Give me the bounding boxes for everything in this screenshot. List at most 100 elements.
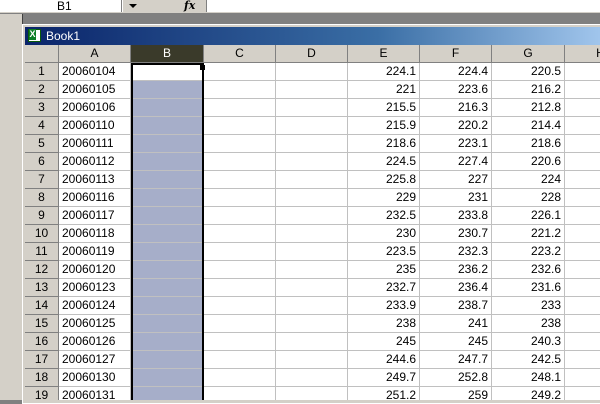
row-header[interactable]: 3 xyxy=(25,99,59,117)
name-box[interactable]: B1 xyxy=(0,0,122,12)
row-header[interactable]: 10 xyxy=(25,225,59,243)
cell-b18[interactable] xyxy=(131,369,204,387)
cell-b15[interactable] xyxy=(131,315,204,333)
cell-e18[interactable]: 249.7 xyxy=(348,369,420,387)
column-header-d[interactable]: D xyxy=(276,45,348,63)
cell-b14[interactable] xyxy=(131,297,204,315)
cell-g2[interactable]: 216.2 xyxy=(492,81,565,99)
cell-h11[interactable] xyxy=(565,243,600,261)
cell-c9[interactable] xyxy=(204,207,276,225)
cell-d18[interactable] xyxy=(276,369,348,387)
cell-g18[interactable]: 248.1 xyxy=(492,369,565,387)
cell-b6[interactable] xyxy=(131,153,204,171)
cell-f15[interactable]: 241 xyxy=(420,315,492,333)
row-header[interactable]: 14 xyxy=(25,297,59,315)
cell-e7[interactable]: 225.8 xyxy=(348,171,420,189)
cell-c4[interactable] xyxy=(204,117,276,135)
cell-b10[interactable] xyxy=(131,225,204,243)
cell-e3[interactable]: 215.5 xyxy=(348,99,420,117)
cell-c5[interactable] xyxy=(204,135,276,153)
cell-e9[interactable]: 232.5 xyxy=(348,207,420,225)
fill-handle[interactable] xyxy=(200,65,205,70)
cell-g15[interactable]: 238 xyxy=(492,315,565,333)
cell-f11[interactable]: 232.3 xyxy=(420,243,492,261)
cell-h1[interactable] xyxy=(565,63,600,81)
formula-input[interactable] xyxy=(206,0,600,12)
cell-e12[interactable]: 235 xyxy=(348,261,420,279)
cell-h19[interactable] xyxy=(565,387,600,400)
cell-g9[interactable]: 226.1 xyxy=(492,207,565,225)
cell-d15[interactable] xyxy=(276,315,348,333)
cell-h7[interactable] xyxy=(565,171,600,189)
cell-h3[interactable] xyxy=(565,99,600,117)
cell-f2[interactable]: 223.6 xyxy=(420,81,492,99)
cell-h5[interactable] xyxy=(565,135,600,153)
cell-e15[interactable]: 238 xyxy=(348,315,420,333)
row-header[interactable]: 5 xyxy=(25,135,59,153)
cell-h2[interactable] xyxy=(565,81,600,99)
cell-b2[interactable] xyxy=(131,81,204,99)
cell-b16[interactable] xyxy=(131,333,204,351)
cell-a18[interactable]: 20060130 xyxy=(59,369,131,387)
row-header[interactable]: 16 xyxy=(25,333,59,351)
cell-c18[interactable] xyxy=(204,369,276,387)
cell-h16[interactable] xyxy=(565,333,600,351)
cell-g11[interactable]: 223.2 xyxy=(492,243,565,261)
cell-f5[interactable]: 223.1 xyxy=(420,135,492,153)
cell-a10[interactable]: 20060118 xyxy=(59,225,131,243)
cell-a17[interactable]: 20060127 xyxy=(59,351,131,369)
cell-b13[interactable] xyxy=(131,279,204,297)
cell-d11[interactable] xyxy=(276,243,348,261)
cell-f6[interactable]: 227.4 xyxy=(420,153,492,171)
cell-g16[interactable]: 240.3 xyxy=(492,333,565,351)
cell-d8[interactable] xyxy=(276,189,348,207)
cell-a19[interactable]: 20060131 xyxy=(59,387,131,400)
cell-d12[interactable] xyxy=(276,261,348,279)
row-header[interactable]: 12 xyxy=(25,261,59,279)
cell-c11[interactable] xyxy=(204,243,276,261)
row-header[interactable]: 1 xyxy=(25,63,59,81)
cell-b8[interactable] xyxy=(131,189,204,207)
select-all-corner[interactable] xyxy=(25,45,59,63)
row-header[interactable]: 7 xyxy=(25,171,59,189)
cell-c19[interactable] xyxy=(204,387,276,400)
cell-f4[interactable]: 220.2 xyxy=(420,117,492,135)
cell-a8[interactable]: 20060116 xyxy=(59,189,131,207)
cell-c6[interactable] xyxy=(204,153,276,171)
cell-c15[interactable] xyxy=(204,315,276,333)
cell-d3[interactable] xyxy=(276,99,348,117)
cell-d4[interactable] xyxy=(276,117,348,135)
cell-d19[interactable] xyxy=(276,387,348,400)
cell-a4[interactable]: 20060110 xyxy=(59,117,131,135)
cell-e4[interactable]: 215.9 xyxy=(348,117,420,135)
cell-a11[interactable]: 20060119 xyxy=(59,243,131,261)
cell-b11[interactable] xyxy=(131,243,204,261)
column-header-f[interactable]: F xyxy=(420,45,492,63)
spreadsheet-grid[interactable]: ABCDEFGH 120060104224.1224.4220.52200601… xyxy=(25,45,600,400)
cell-c7[interactable] xyxy=(204,171,276,189)
cell-c17[interactable] xyxy=(204,351,276,369)
cell-b9[interactable] xyxy=(131,207,204,225)
excel-workbook-icon[interactable] xyxy=(28,29,41,42)
cell-a6[interactable]: 20060112 xyxy=(59,153,131,171)
cell-d9[interactable] xyxy=(276,207,348,225)
cell-d16[interactable] xyxy=(276,333,348,351)
name-box-dropdown-arrow-icon[interactable] xyxy=(122,0,142,12)
column-header-g[interactable]: G xyxy=(492,45,565,63)
cell-d10[interactable] xyxy=(276,225,348,243)
cell-c14[interactable] xyxy=(204,297,276,315)
cell-h18[interactable] xyxy=(565,369,600,387)
cell-d7[interactable] xyxy=(276,171,348,189)
row-header[interactable]: 15 xyxy=(25,315,59,333)
cell-e1[interactable]: 224.1 xyxy=(348,63,420,81)
cell-e6[interactable]: 224.5 xyxy=(348,153,420,171)
cell-a9[interactable]: 20060117 xyxy=(59,207,131,225)
cell-g14[interactable]: 233 xyxy=(492,297,565,315)
cell-e11[interactable]: 223.5 xyxy=(348,243,420,261)
cell-a5[interactable]: 20060111 xyxy=(59,135,131,153)
cell-d13[interactable] xyxy=(276,279,348,297)
cell-b12[interactable] xyxy=(131,261,204,279)
cell-f18[interactable]: 252.8 xyxy=(420,369,492,387)
column-header-b[interactable]: B xyxy=(131,45,204,63)
cell-e19[interactable]: 251.2 xyxy=(348,387,420,400)
